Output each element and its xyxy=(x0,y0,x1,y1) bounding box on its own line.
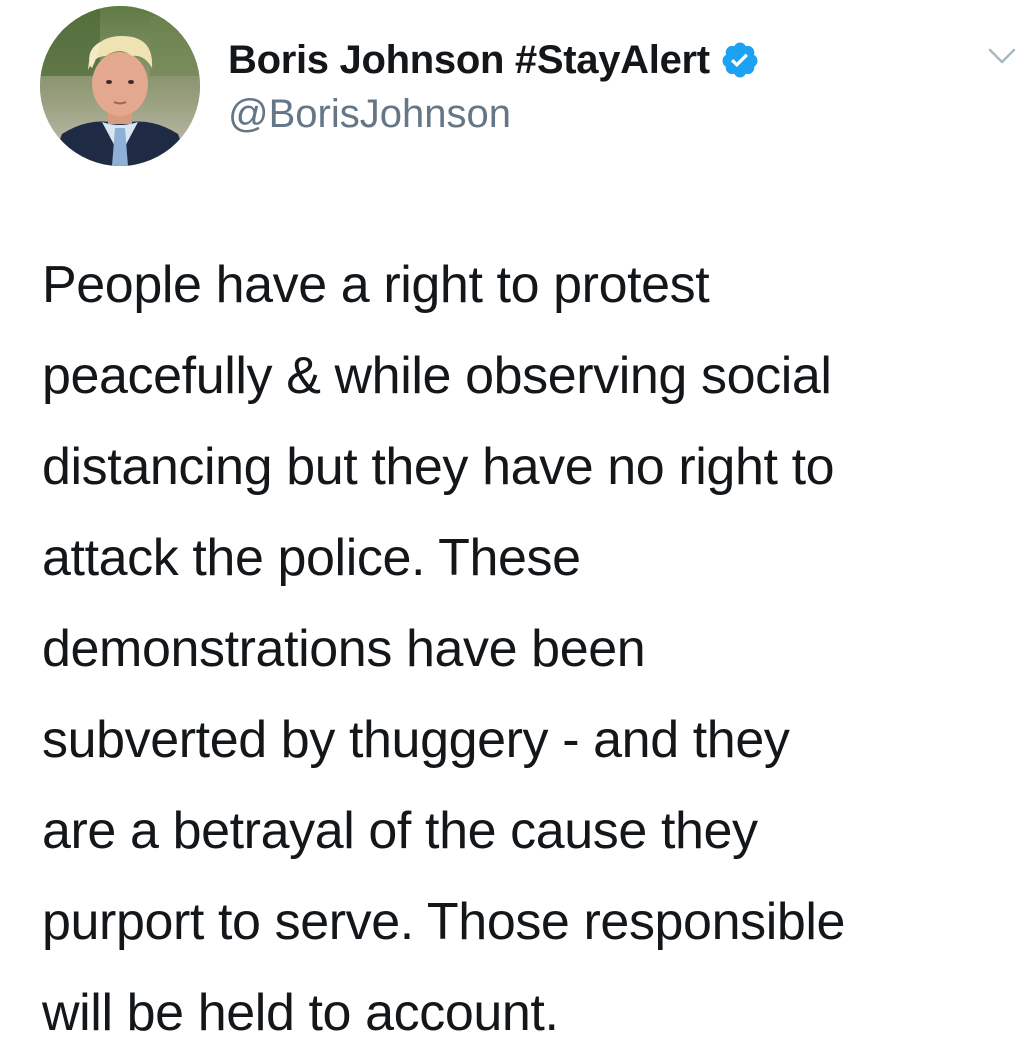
user-handle[interactable]: @BorisJohnson xyxy=(228,92,511,137)
verified-badge-icon xyxy=(720,40,760,80)
tweet-text-line: will be held to account. xyxy=(42,984,559,1042)
tweet-text-line: are a betrayal of the cause they xyxy=(42,802,758,860)
tweet-text: People have a right to protest peacefull… xyxy=(42,240,1022,1059)
tweet-text-line: purport to serve. Those responsible xyxy=(42,893,846,951)
avatar[interactable] xyxy=(40,6,200,166)
chevron-down-icon[interactable] xyxy=(984,42,1020,70)
user-name-row[interactable]: Boris Johnson #StayAlert xyxy=(228,32,760,88)
display-name[interactable]: Boris Johnson #StayAlert xyxy=(228,38,710,83)
tweet-text-line: demonstrations have been xyxy=(42,620,646,678)
tweet-text-line: attack the police. These xyxy=(42,529,581,587)
tweet-text-line: distancing but they have no right to xyxy=(42,438,835,496)
tweet-text-line: People have a right to protest xyxy=(42,256,710,314)
tweet-text-line: subverted by thuggery - and they xyxy=(42,711,790,769)
tweet: Boris Johnson #StayAlert @BorisJohnson P… xyxy=(0,0,1031,1054)
tweet-text-line: peacefully & while observing social xyxy=(42,347,832,405)
